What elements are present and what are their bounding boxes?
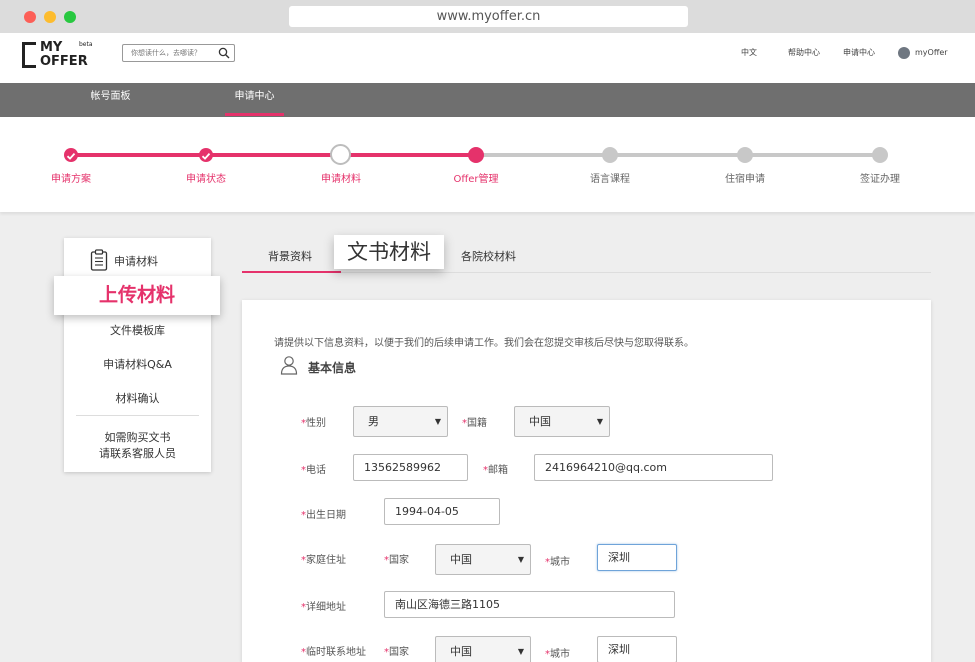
progress-steps: 申请方案 申请状态 申请材料 Offer管理 语言课程 住宿申请 签证办理 xyxy=(0,117,975,212)
temp-city-label: *城市 xyxy=(545,649,570,660)
tab-account-panel[interactable]: 帐号面板 xyxy=(72,83,149,117)
progress-track-todo xyxy=(476,153,880,157)
search-icon[interactable] xyxy=(218,47,230,59)
step-current-node xyxy=(330,144,351,165)
progress-track-done xyxy=(71,153,476,157)
temp-city-field[interactable]: 深圳 xyxy=(597,636,677,662)
sidebar-item-upload-materials[interactable]: 上传材料 xyxy=(54,276,220,315)
birth-date-label: *出生日期 xyxy=(301,510,346,521)
site-header: MY OFFER beta 中文 帮助中心 申请中心 myOffer xyxy=(0,33,975,83)
myoffer-logo[interactable]: MY OFFER beta xyxy=(22,40,94,76)
sidebar-note-line2: 请联系客服人员 xyxy=(99,447,176,460)
tabs-divider xyxy=(242,272,931,273)
temp-country-label: *国家 xyxy=(384,647,409,658)
language-link[interactable]: 中文 xyxy=(741,33,757,73)
gender-select[interactable]: 男 ▼ xyxy=(353,406,448,437)
user-name-link[interactable]: myOffer xyxy=(915,33,948,73)
temp-address-label: *临时联系地址 xyxy=(301,647,366,658)
email-label: *邮箱 xyxy=(483,465,508,476)
materials-sidebar: 申请材料 文件模板库 申请材料Q&A 材料确认 如需购买文书 请联系客服人员 xyxy=(64,238,211,472)
step-label-housing[interactable]: 住宿申请 xyxy=(705,170,785,185)
top-nav: 帐号面板 申请中心 xyxy=(0,83,975,117)
application-center-link[interactable]: 申请中心 xyxy=(843,33,875,73)
home-city-field[interactable]: 深圳 xyxy=(597,544,677,571)
step-done-icon xyxy=(199,148,213,162)
avatar[interactable] xyxy=(898,47,910,59)
home-country-label: *国家 xyxy=(384,555,409,566)
chevron-down-icon: ▼ xyxy=(434,417,441,426)
close-window-button[interactable] xyxy=(24,11,36,23)
home-address-label: *家庭住址 xyxy=(301,555,346,566)
basic-info-form: 请提供以下信息资料，以便于我们的后续申请工作。我们会在您提交审核后尽快与您取得联… xyxy=(242,300,931,662)
step-label-materials[interactable]: 申请材料 xyxy=(301,170,381,185)
chevron-down-icon: ▼ xyxy=(517,555,524,564)
tab-application-center[interactable]: 申请中心 xyxy=(225,83,284,117)
step-label-language[interactable]: 语言课程 xyxy=(570,170,650,185)
step-label-plan[interactable]: 申请方案 xyxy=(31,170,111,185)
nationality-label: *国籍 xyxy=(462,418,487,429)
home-country-select[interactable]: 中国 ▼ xyxy=(435,544,531,575)
search-input[interactable] xyxy=(123,45,215,61)
step-label-offer[interactable]: Offer管理 xyxy=(436,170,516,185)
help-center-link[interactable]: 帮助中心 xyxy=(788,33,820,73)
sidebar-item-confirm[interactable]: 材料确认 xyxy=(64,390,211,406)
sidebar-item-templates[interactable]: 文件模板库 xyxy=(64,322,211,338)
sidebar-item-qa[interactable]: 申请材料Q&A xyxy=(64,356,211,372)
temp-country-select[interactable]: 中国 ▼ xyxy=(435,636,531,662)
clipboard-icon xyxy=(90,249,108,271)
email-field[interactable]: 2416964210@qq.com xyxy=(534,454,773,481)
sidebar-note-line1: 如需购买文书 xyxy=(104,431,171,444)
browser-chrome: www.myoffer.cn xyxy=(0,0,975,33)
chevron-down-icon: ▼ xyxy=(596,417,603,426)
user-icon xyxy=(280,356,298,375)
detail-address-field[interactable]: 南山区海德三路1105 xyxy=(384,591,675,618)
minimize-window-button[interactable] xyxy=(44,11,56,23)
logo-bracket-icon xyxy=(22,42,36,68)
step-todo-node xyxy=(872,147,888,163)
chevron-down-icon: ▼ xyxy=(517,647,524,656)
active-tab-indicator xyxy=(242,271,341,273)
phone-field[interactable]: 13562589962 xyxy=(353,454,468,481)
form-intro: 请提供以下信息资料，以便于我们的后续申请工作。我们会在您提交审核后尽快与您取得联… xyxy=(274,338,694,349)
sidebar-title: 申请材料 xyxy=(64,248,211,272)
nationality-select[interactable]: 中国 ▼ xyxy=(514,406,610,437)
step-todo-node xyxy=(602,147,618,163)
tab-documents[interactable]: 文书材料 xyxy=(334,235,444,269)
step-label-visa[interactable]: 签证办理 xyxy=(840,170,920,185)
step-todo-node xyxy=(737,147,753,163)
step-done-icon xyxy=(64,148,78,162)
step-label-status[interactable]: 申请状态 xyxy=(166,170,246,185)
step-active-node xyxy=(468,147,484,163)
sidebar-divider xyxy=(76,415,199,416)
address-bar[interactable]: www.myoffer.cn xyxy=(289,6,688,27)
birth-date-field[interactable]: 1994-04-05 xyxy=(384,498,500,525)
gender-label: *性别 xyxy=(301,418,326,429)
home-city-label: *城市 xyxy=(545,557,570,568)
maximize-window-button[interactable] xyxy=(64,11,76,23)
tab-background-info[interactable]: 背景资料 xyxy=(268,248,312,264)
detail-address-label: *详细地址 xyxy=(301,602,346,613)
tab-school-materials[interactable]: 各院校材料 xyxy=(461,248,516,264)
search-box xyxy=(122,44,235,62)
phone-label: *电话 xyxy=(301,465,326,476)
